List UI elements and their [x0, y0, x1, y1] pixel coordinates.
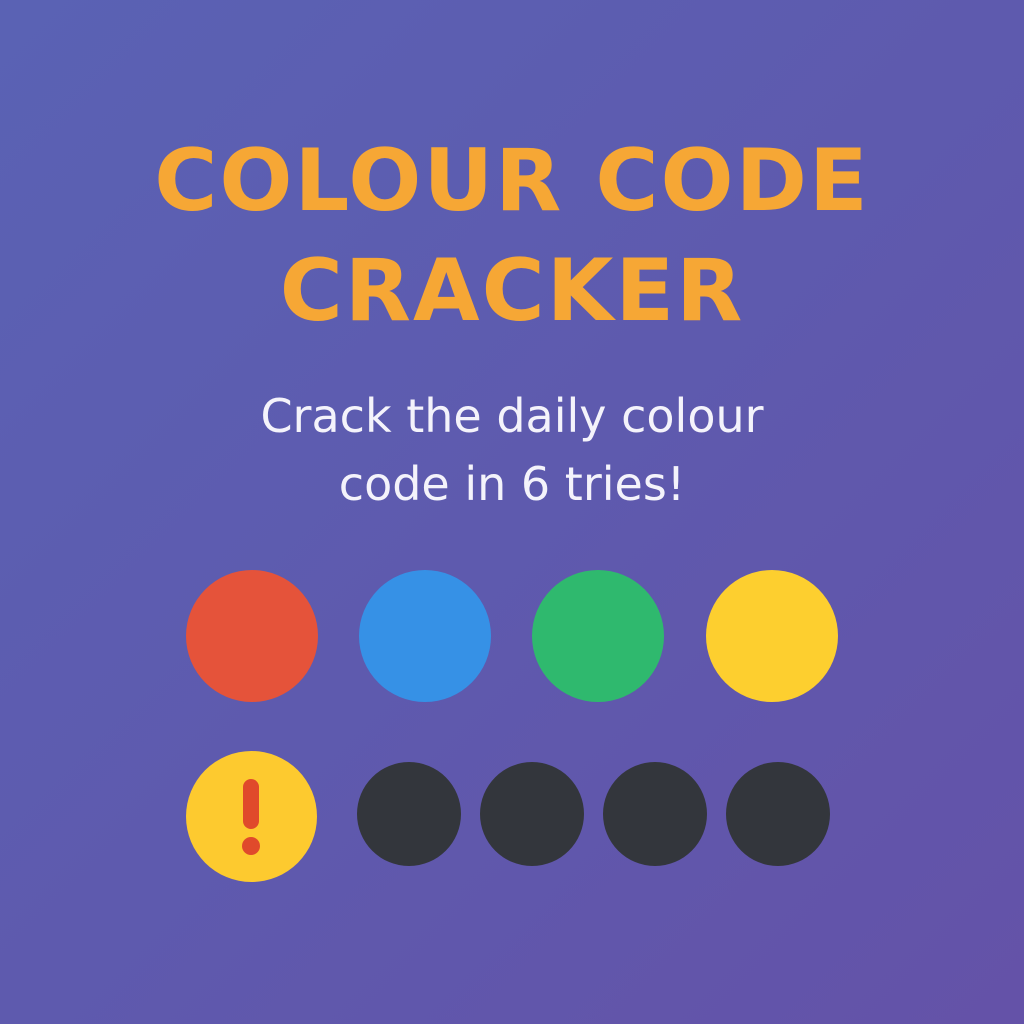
color-peg-green[interactable]: [532, 570, 664, 702]
exclamation-icon: [243, 779, 259, 829]
guess-slot[interactable]: [726, 762, 830, 866]
game-subtitle-line-1: Crack the daily colour: [260, 389, 764, 443]
game-title-line-2: CRACKER: [279, 241, 745, 341]
color-peg-yellow[interactable]: [706, 570, 838, 702]
guess-slot[interactable]: [603, 762, 707, 866]
guess-slot[interactable]: [480, 762, 584, 866]
game-title: COLOUR CODE CRACKER: [0, 126, 1024, 346]
game-subtitle-line-2: code in 6 tries!: [338, 457, 686, 511]
color-peg-red[interactable]: [186, 570, 318, 702]
guess-slot[interactable]: [357, 762, 461, 866]
game-subtitle: Crack the daily colour code in 6 tries!: [112, 382, 912, 518]
exclamation-dot: [242, 837, 260, 855]
color-peg-blue[interactable]: [359, 570, 491, 702]
game-title-line-1: COLOUR CODE: [154, 131, 870, 231]
hint-button[interactable]: [186, 751, 317, 882]
